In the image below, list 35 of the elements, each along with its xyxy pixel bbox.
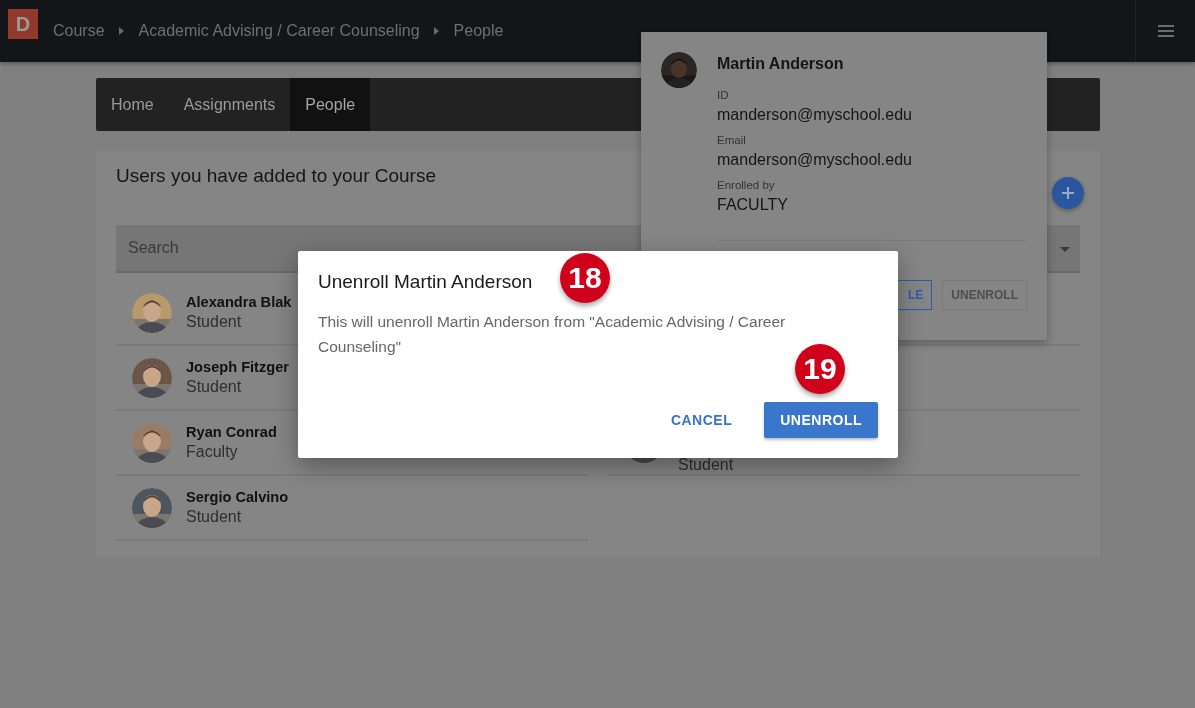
breadcrumb-link[interactable]: Course	[53, 22, 105, 40]
nav-tab[interactable]: Home	[96, 78, 169, 131]
cancel-button[interactable]: CANCEL	[654, 402, 749, 438]
breadcrumb-link[interactable]: People	[453, 22, 504, 40]
person-name: Sergio Calvino	[186, 489, 289, 505]
field-value: manderson@myschool.edu	[717, 151, 913, 169]
plus-icon	[1062, 187, 1074, 199]
profile-name: Martin Anderson	[717, 55, 845, 73]
person-name: Alexandra Blak	[186, 294, 292, 310]
caret-icon	[118, 26, 125, 36]
person-role: Student	[186, 378, 243, 396]
person-role: Faculty	[186, 443, 239, 461]
breadcrumb-link[interactable]: Academic Advising / Career Counseling	[138, 22, 420, 40]
field-value: manderson@myschool.edu	[717, 106, 913, 124]
person-role: Student	[186, 508, 243, 526]
field-label: Email	[717, 134, 747, 146]
field-label: Enrolled by	[717, 179, 776, 191]
dialog-message: This will unenroll Martin Anderson from "Academic Advising / Career Counseling"	[318, 312, 787, 357]
person-name: Joseph Fitzger	[186, 359, 289, 375]
field-value: FACULTY	[717, 196, 789, 214]
field-label: ID	[717, 89, 730, 101]
app-logo[interactable]: D	[8, 9, 38, 39]
person-row[interactable]: Sergio Calvino Student	[116, 476, 588, 541]
dropdown-caret-icon	[1060, 247, 1070, 252]
add-button[interactable]	[1052, 177, 1084, 209]
person-role: Student	[678, 456, 734, 474]
caret-icon	[433, 26, 440, 36]
person-role: Student	[186, 313, 243, 331]
person-name: Ryan Conrad	[186, 424, 277, 440]
card-title: Users you have added to your Course	[116, 165, 436, 187]
nav-tab[interactable]: People	[290, 78, 371, 131]
nav-tab[interactable]: Assignments	[168, 78, 291, 131]
unenroll-button[interactable]: UNENROLL	[764, 402, 878, 438]
dialog-title: Unenroll Martin Anderson	[318, 271, 533, 293]
menu-icon	[1157, 25, 1174, 37]
